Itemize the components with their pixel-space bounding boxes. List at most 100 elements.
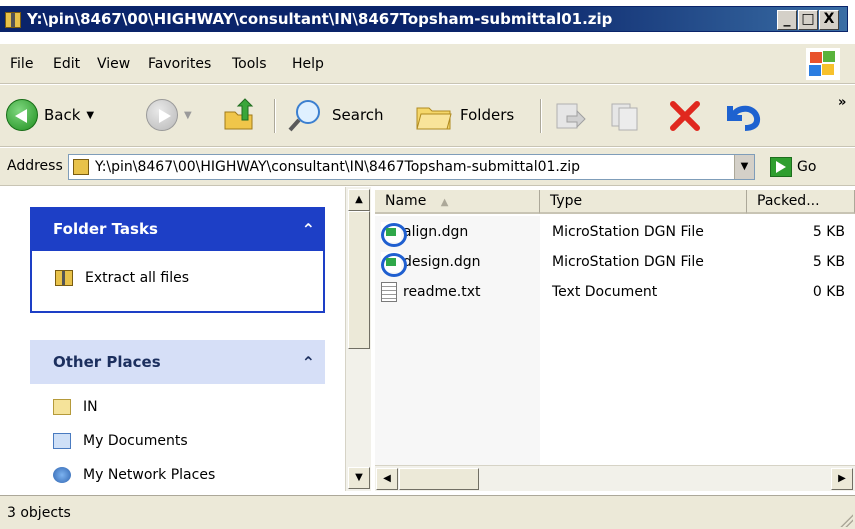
file-row[interactable]: align.dgn MicroStation DGN File 5 KB bbox=[375, 217, 855, 247]
task-extract-all[interactable]: Extract all files bbox=[32, 261, 323, 295]
folders-button[interactable]: Folders bbox=[415, 97, 514, 133]
file-name[interactable]: design.dgn bbox=[403, 254, 481, 270]
undo-button[interactable] bbox=[722, 97, 762, 133]
other-places-title: Other Places bbox=[53, 353, 161, 371]
address-label: Address bbox=[7, 158, 63, 174]
delete-button[interactable] bbox=[668, 97, 702, 133]
folder-tasks-panel: Folder Tasks ⌃ Extract all files bbox=[30, 207, 325, 313]
scroll-down-button[interactable]: ▼ bbox=[348, 467, 370, 489]
zip-folder-icon bbox=[73, 159, 89, 175]
close-button[interactable]: X bbox=[819, 10, 839, 30]
task-pane-scrollbar[interactable]: ▲ ▼ bbox=[345, 187, 371, 491]
file-size: 5 KB bbox=[812, 224, 845, 240]
back-label: Back bbox=[44, 106, 81, 124]
folder-tasks-header[interactable]: Folder Tasks ⌃ bbox=[30, 207, 325, 251]
title-bar-strip[interactable]: Y:\pin\8467\00\HIGHWAY\consultant\IN\846… bbox=[0, 6, 848, 32]
minimize-button[interactable]: _ bbox=[777, 10, 797, 30]
copy-to-button[interactable] bbox=[608, 97, 642, 133]
file-row[interactable]: readme.txt Text Document 0 KB bbox=[375, 277, 855, 307]
forward-arrow-icon bbox=[146, 99, 178, 131]
task-label[interactable]: Extract all files bbox=[85, 270, 189, 286]
undo-icon bbox=[727, 105, 761, 131]
sort-ascending-icon: ▲ bbox=[440, 197, 449, 208]
menu-tools[interactable]: Tools bbox=[232, 56, 267, 72]
menu-favorites[interactable]: Favorites bbox=[148, 56, 211, 72]
go-arrow-icon bbox=[770, 157, 792, 177]
menu-help[interactable]: Help bbox=[292, 56, 324, 72]
folders-icon bbox=[416, 107, 452, 130]
place-label[interactable]: My Documents bbox=[83, 433, 188, 449]
back-dropdown-icon[interactable]: ▼ bbox=[86, 110, 94, 121]
maximize-button[interactable]: □ bbox=[798, 10, 818, 30]
resize-grip-icon[interactable] bbox=[839, 513, 853, 527]
column-header-packed[interactable]: Packed... bbox=[747, 190, 855, 214]
windows-logo-icon bbox=[806, 48, 840, 80]
my-documents-icon bbox=[53, 433, 71, 449]
zip-folder-icon bbox=[5, 12, 21, 28]
address-dropdown-button[interactable]: ▼ bbox=[734, 155, 754, 179]
zip-folder-icon bbox=[55, 270, 73, 286]
file-list-view: Name ▲ Type Packed... align.dgn MicroSta… bbox=[375, 187, 855, 465]
folder-icon bbox=[53, 399, 71, 415]
network-places-icon bbox=[53, 467, 71, 483]
place-my-documents[interactable]: My Documents bbox=[30, 424, 325, 458]
place-in[interactable]: IN bbox=[30, 390, 325, 424]
forward-button[interactable]: ▼ bbox=[146, 97, 192, 133]
column-header-name[interactable]: Name ▲ bbox=[375, 190, 540, 214]
place-label[interactable]: My Network Places bbox=[83, 467, 215, 483]
back-button[interactable]: Back ▼ bbox=[6, 97, 94, 133]
other-places-body: IN My Documents My Network Places bbox=[30, 384, 325, 491]
scroll-up-button[interactable]: ▲ bbox=[348, 189, 370, 211]
address-bar: Address Y:\pin\8467\00\HIGHWAY\consultan… bbox=[0, 148, 855, 186]
toolbar-separator bbox=[274, 99, 276, 133]
folders-label: Folders bbox=[460, 106, 515, 124]
address-input[interactable]: Y:\pin\8467\00\HIGHWAY\consultant\IN\846… bbox=[68, 154, 755, 180]
menu-view[interactable]: View bbox=[97, 56, 130, 72]
hscroll-thumb[interactable] bbox=[399, 468, 479, 490]
up-folder-icon bbox=[224, 98, 254, 130]
column-type-label: Type bbox=[550, 193, 583, 209]
go-label: Go bbox=[797, 159, 817, 175]
file-row[interactable]: design.dgn MicroStation DGN File 5 KB bbox=[375, 247, 855, 277]
menu-edit[interactable]: Edit bbox=[53, 56, 80, 72]
file-name-cell: readme.txt bbox=[381, 282, 481, 302]
scroll-thumb[interactable] bbox=[348, 211, 370, 349]
place-my-network-places[interactable]: My Network Places bbox=[30, 458, 325, 491]
column-header-type[interactable]: Type bbox=[540, 190, 747, 214]
delete-x-icon bbox=[670, 101, 700, 131]
dgn-file-icon bbox=[381, 222, 407, 247]
toolbar-separator bbox=[540, 99, 542, 133]
window-title: Y:\pin\8467\00\HIGHWAY\consultant\IN\846… bbox=[27, 10, 613, 28]
file-name-cell: design.dgn bbox=[381, 252, 481, 277]
file-list-hscrollbar[interactable]: ◀ ▶ bbox=[375, 465, 855, 491]
folder-tasks-body: Extract all files bbox=[30, 251, 325, 313]
other-places-header[interactable]: Other Places ⌃ bbox=[30, 340, 325, 384]
address-value[interactable]: Y:\pin\8467\00\HIGHWAY\consultant\IN\846… bbox=[95, 159, 580, 175]
collapse-chevron-icon[interactable]: ⌃ bbox=[302, 353, 315, 372]
back-arrow-icon bbox=[6, 99, 38, 131]
file-name[interactable]: readme.txt bbox=[403, 284, 481, 300]
other-places-panel: Other Places ⌃ IN My Documents My Networ… bbox=[30, 340, 325, 491]
file-type: MicroStation DGN File bbox=[552, 254, 704, 270]
menu-file[interactable]: File bbox=[10, 56, 33, 72]
folder-tasks-title: Folder Tasks bbox=[53, 220, 158, 238]
text-file-icon bbox=[381, 282, 397, 302]
file-name-cell: align.dgn bbox=[381, 222, 468, 247]
forward-dropdown-icon[interactable]: ▼ bbox=[184, 110, 192, 121]
copy-to-icon bbox=[611, 103, 638, 131]
scroll-left-button[interactable]: ◀ bbox=[376, 468, 398, 490]
column-packed-label: Packed... bbox=[757, 193, 820, 209]
file-name[interactable]: align.dgn bbox=[403, 224, 468, 240]
toolbar-overflow-chevron[interactable]: » bbox=[838, 95, 846, 110]
move-to-button[interactable] bbox=[553, 97, 587, 133]
status-object-count: 3 objects bbox=[7, 505, 71, 521]
dgn-file-icon bbox=[381, 252, 407, 277]
up-folder-button[interactable] bbox=[222, 97, 256, 133]
scroll-right-button[interactable]: ▶ bbox=[831, 468, 853, 490]
search-button[interactable]: Search bbox=[288, 97, 384, 133]
search-label: Search bbox=[332, 106, 384, 124]
collapse-chevron-icon[interactable]: ⌃ bbox=[302, 220, 315, 239]
go-button[interactable]: Go bbox=[770, 157, 816, 177]
search-icon bbox=[288, 100, 320, 132]
place-label[interactable]: IN bbox=[83, 399, 98, 415]
